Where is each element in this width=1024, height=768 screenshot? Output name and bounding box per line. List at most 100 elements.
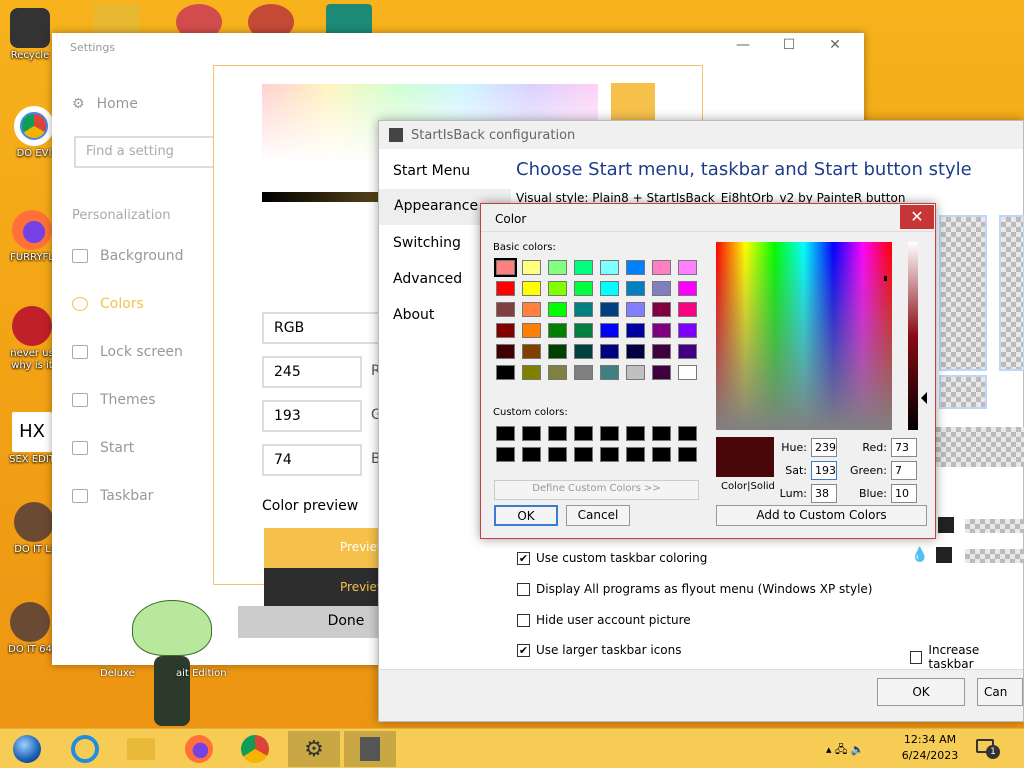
lum-field[interactable]: 38 bbox=[811, 484, 837, 503]
blue-field[interactable]: 10 bbox=[891, 484, 917, 503]
nav-background[interactable]: Background bbox=[72, 248, 184, 264]
style-preview-3[interactable] bbox=[939, 375, 987, 409]
desktop-icon-recycle[interactable]: Recycle bbox=[0, 8, 60, 62]
basic-color-swatch[interactable] bbox=[548, 344, 567, 359]
luminance-slider[interactable] bbox=[908, 242, 918, 430]
checkbox[interactable] bbox=[517, 613, 530, 627]
cancel-button[interactable]: Can bbox=[977, 678, 1023, 706]
color-spectrum[interactable] bbox=[716, 242, 892, 430]
basic-color-swatch[interactable] bbox=[600, 323, 619, 338]
add-to-custom-colors-button[interactable]: Add to Custom Colors bbox=[716, 505, 927, 526]
hue-field[interactable]: 239 bbox=[811, 438, 837, 457]
style-preview-4[interactable] bbox=[931, 427, 1024, 467]
nav-lock-screen[interactable]: Lock screen bbox=[72, 344, 183, 360]
start-button[interactable] bbox=[4, 731, 50, 767]
custom-color-swatch[interactable] bbox=[496, 447, 515, 462]
basic-color-swatch[interactable] bbox=[652, 323, 671, 338]
tab-advanced[interactable]: Advanced bbox=[393, 271, 462, 287]
basic-color-swatch[interactable] bbox=[678, 302, 697, 317]
basic-color-swatch[interactable] bbox=[522, 302, 541, 317]
basic-color-swatch[interactable] bbox=[600, 281, 619, 296]
basic-color-swatch[interactable] bbox=[548, 365, 567, 380]
nav-colors[interactable]: Colors bbox=[72, 296, 144, 312]
custom-color-swatch[interactable] bbox=[522, 426, 541, 441]
basic-color-swatch[interactable] bbox=[626, 281, 645, 296]
taskbar-ie[interactable] bbox=[62, 731, 108, 767]
basic-color-swatch[interactable] bbox=[652, 344, 671, 359]
basic-color-swatch[interactable] bbox=[652, 260, 671, 275]
transparency-slider[interactable] bbox=[965, 519, 1024, 533]
basic-color-swatch[interactable] bbox=[522, 281, 541, 296]
basic-color-swatch[interactable] bbox=[678, 323, 697, 338]
basic-color-swatch[interactable] bbox=[600, 260, 619, 275]
basic-color-swatch[interactable] bbox=[600, 302, 619, 317]
red-field[interactable]: 245 bbox=[262, 356, 362, 388]
checkbox[interactable] bbox=[517, 582, 530, 596]
basic-color-swatch[interactable] bbox=[678, 365, 697, 380]
basic-color-swatch[interactable] bbox=[626, 344, 645, 359]
basic-color-swatch[interactable] bbox=[574, 260, 593, 275]
basic-color-swatch[interactable] bbox=[574, 281, 593, 296]
style-preview-2[interactable] bbox=[999, 215, 1024, 371]
basic-color-swatch[interactable] bbox=[652, 302, 671, 317]
basic-color-swatch[interactable] bbox=[574, 344, 593, 359]
basic-color-swatch[interactable] bbox=[548, 323, 567, 338]
taskbar-settings[interactable]: ⚙ bbox=[288, 731, 340, 767]
custom-color-swatch[interactable] bbox=[626, 447, 645, 462]
taskbar-firefox[interactable] bbox=[176, 731, 222, 767]
nav-home[interactable]: ⚙ Home bbox=[72, 96, 138, 112]
define-custom-colors-button[interactable]: Define Custom Colors >> bbox=[494, 480, 699, 500]
basic-color-swatch[interactable] bbox=[600, 365, 619, 380]
basic-color-swatch[interactable] bbox=[496, 365, 515, 380]
clock[interactable]: 12:34 AM 6/24/2023 bbox=[890, 732, 970, 764]
nav-start[interactable]: Start bbox=[72, 440, 134, 456]
basic-color-swatch[interactable] bbox=[496, 281, 515, 296]
basic-color-swatch[interactable] bbox=[600, 344, 619, 359]
basic-color-swatch[interactable] bbox=[548, 260, 567, 275]
checkbox[interactable] bbox=[910, 650, 923, 664]
ok-button[interactable]: OK bbox=[494, 505, 558, 526]
color-swatch[interactable] bbox=[938, 517, 954, 533]
taskbar-chrome[interactable] bbox=[232, 731, 278, 767]
notification-center-button[interactable]: 1 bbox=[976, 737, 1000, 759]
basic-color-swatch[interactable] bbox=[652, 281, 671, 296]
cancel-button[interactable]: Cancel bbox=[566, 505, 630, 526]
custom-color-swatch[interactable] bbox=[574, 426, 593, 441]
nav-taskbar[interactable]: Taskbar bbox=[72, 488, 153, 504]
custom-color-swatch[interactable] bbox=[652, 426, 671, 441]
basic-color-swatch[interactable] bbox=[496, 323, 515, 338]
green-field[interactable]: 7 bbox=[891, 461, 917, 480]
custom-color-swatch[interactable] bbox=[678, 447, 697, 462]
basic-color-swatch[interactable] bbox=[548, 302, 567, 317]
taskbar-explorer[interactable] bbox=[118, 731, 164, 767]
custom-color-swatch[interactable] bbox=[522, 447, 541, 462]
color-mode-dropdown[interactable]: RGB ⌄ bbox=[262, 312, 400, 344]
basic-color-swatch[interactable] bbox=[574, 365, 593, 380]
use-custom-taskbar-coloring-checkbox[interactable]: ✔ Use custom taskbar coloring bbox=[517, 551, 707, 565]
checkbox[interactable]: ✔ bbox=[517, 643, 530, 657]
basic-color-swatch[interactable] bbox=[652, 365, 671, 380]
hide-account-picture-checkbox[interactable]: Hide user account picture bbox=[517, 613, 691, 627]
basic-color-swatch[interactable] bbox=[626, 365, 645, 380]
basic-color-swatch[interactable] bbox=[522, 323, 541, 338]
basic-color-swatch[interactable] bbox=[574, 323, 593, 338]
tab-about[interactable]: About bbox=[393, 307, 434, 323]
custom-color-swatch[interactable] bbox=[652, 447, 671, 462]
basic-color-swatch[interactable] bbox=[678, 344, 697, 359]
maximize-button[interactable]: ☐ bbox=[774, 37, 804, 57]
green-field[interactable]: 193 bbox=[262, 400, 362, 432]
custom-color-swatch[interactable] bbox=[548, 447, 567, 462]
basic-color-swatch[interactable] bbox=[496, 344, 515, 359]
basic-color-swatch[interactable] bbox=[626, 260, 645, 275]
flyout-menu-checkbox[interactable]: Display All programs as flyout menu (Win… bbox=[517, 582, 872, 596]
basic-color-swatch[interactable] bbox=[678, 260, 697, 275]
taskbar-startisback[interactable] bbox=[344, 731, 396, 767]
system-tray[interactable]: ▴ 🖧 🔈 bbox=[826, 741, 864, 760]
basic-color-swatch[interactable] bbox=[626, 302, 645, 317]
basic-color-swatch[interactable] bbox=[522, 260, 541, 275]
basic-color-swatch[interactable] bbox=[494, 258, 517, 277]
basic-color-swatch[interactable] bbox=[522, 344, 541, 359]
tab-switching[interactable]: Switching bbox=[393, 235, 461, 251]
ok-button[interactable]: OK bbox=[877, 678, 965, 706]
desktop-icon-doit64[interactable]: DO IT 64 bbox=[0, 602, 60, 656]
